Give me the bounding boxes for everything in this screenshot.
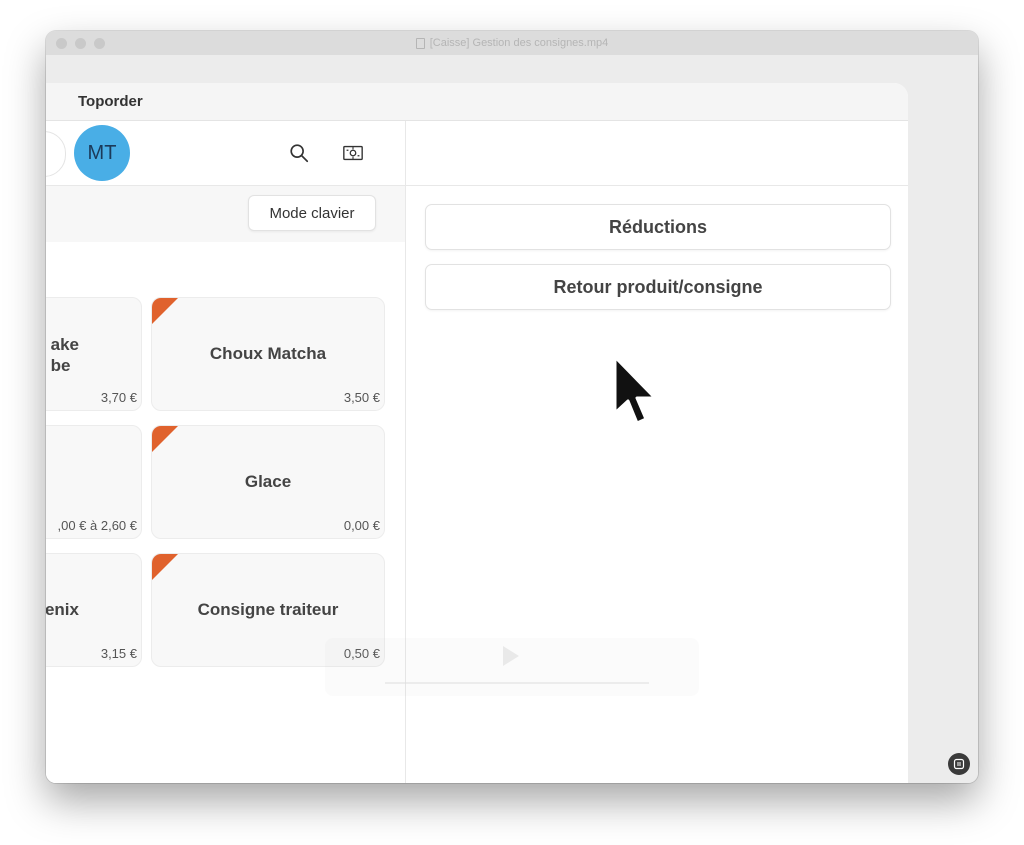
player-title: [Caisse] Gestion des consignes.mp4 [415, 37, 609, 49]
avatar-initials: MT [87, 141, 117, 164]
video-frame[interactable]: Toporder MT Mode clavier ake be 3,70 € C… [46, 55, 978, 783]
product-tile[interactable]: ,00 € à 2,60 € [46, 425, 142, 539]
search-icon [290, 144, 309, 163]
play-icon[interactable] [503, 646, 519, 666]
product-tile[interactable]: Glace 0,00 € [151, 425, 385, 539]
player-titlebar: [Caisse] Gestion des consignes.mp4 [46, 31, 978, 56]
product-price: 3,70 € [100, 390, 137, 405]
player-title-text: [Caisse] Gestion des consignes.mp4 [429, 37, 609, 49]
document-icon [415, 37, 425, 49]
app-window: Toporder MT Mode clavier ake be 3,70 € C… [46, 83, 908, 783]
product-price: 3,15 € [100, 646, 137, 661]
keyboard-mode-button[interactable]: Mode clavier [248, 195, 376, 231]
product-name: Choux Matcha [209, 344, 327, 363]
window-controls [56, 38, 105, 49]
live-text-icon [953, 758, 965, 770]
app-title: Toporder [78, 93, 143, 110]
return-product-button[interactable]: Retour produit/consigne [425, 264, 891, 310]
product-name: Glace [244, 472, 292, 491]
video-controls-overlay[interactable] [325, 638, 699, 696]
product-toolbar: Mode clavier [46, 186, 405, 242]
product-name: enix [46, 600, 79, 619]
product-price: 0,00 € [343, 518, 380, 533]
product-panel-header: MT [46, 121, 405, 186]
zoom-window-button[interactable] [94, 38, 105, 49]
product-tile[interactable]: enix 3,15 € [46, 553, 142, 667]
avatar[interactable]: MT [74, 125, 130, 181]
reductions-button[interactable]: Réductions [425, 204, 891, 250]
product-price: ,00 € à 2,60 € [57, 518, 137, 533]
mouse-cursor-icon [613, 355, 657, 425]
product-tile[interactable]: Choux Matcha 3,50 € [151, 297, 385, 411]
product-price: 3,50 € [343, 390, 380, 405]
close-window-button[interactable] [56, 38, 67, 49]
live-text-button[interactable] [948, 753, 970, 775]
video-scrubber[interactable] [385, 682, 649, 684]
ticket-panel-header [406, 121, 908, 186]
app-titlebar: Toporder [46, 83, 908, 121]
product-flag [152, 298, 178, 324]
product-tile[interactable]: ake be 3,70 € [46, 297, 142, 411]
search-button[interactable] [287, 141, 311, 165]
category-pill[interactable] [46, 131, 66, 177]
product-flag [152, 554, 178, 580]
product-flag [152, 426, 178, 452]
product-name: Consigne traiteur [197, 600, 339, 619]
video-player-window: [Caisse] Gestion des consignes.mp4 Topor… [46, 31, 978, 783]
minimize-window-button[interactable] [75, 38, 86, 49]
cash-register-button[interactable] [341, 141, 365, 165]
product-name: ake be [50, 335, 79, 375]
cash-register-icon [343, 145, 363, 161]
